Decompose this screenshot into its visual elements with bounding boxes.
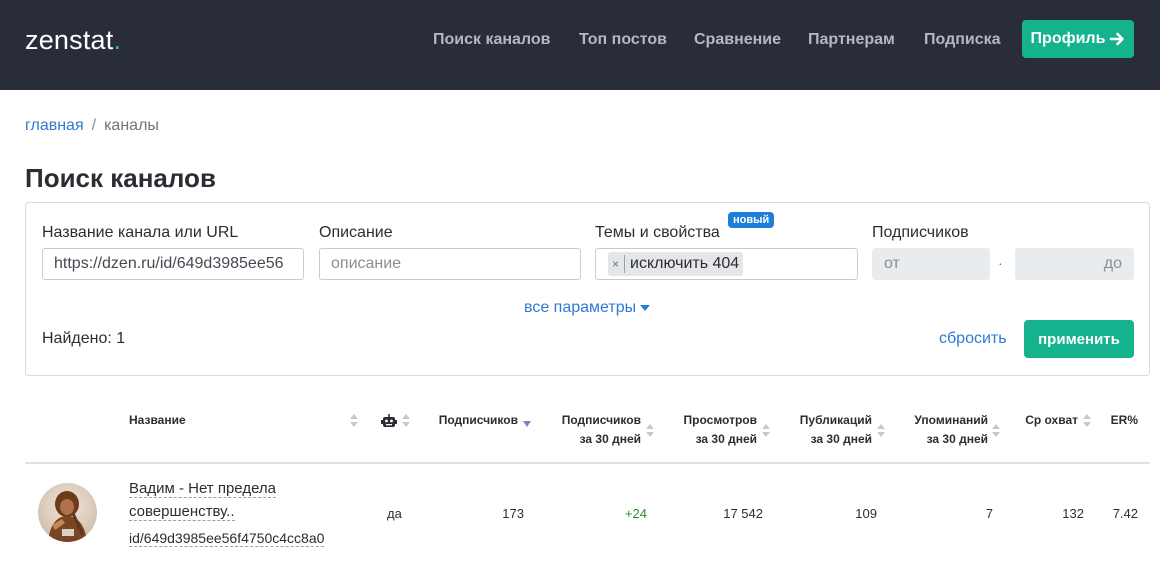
col-pubs30-line2: за 30 дней: [810, 432, 872, 446]
topic-chip: × исключить 404: [608, 252, 744, 276]
cell-subscribers: 173: [502, 506, 524, 521]
chip-remove-icon[interactable]: ×: [612, 255, 626, 273]
caret-down-icon: [640, 305, 651, 311]
sort-icon[interactable]: [1083, 414, 1091, 428]
avatar[interactable]: [38, 483, 97, 542]
sort-icon[interactable]: [646, 424, 654, 438]
breadcrumb-home[interactable]: главная: [25, 117, 84, 134]
topic-chip-label: исключить 404: [630, 255, 740, 272]
filter-panel: Название канала или URL https://dzen.ru/…: [25, 202, 1150, 376]
col-subs30-line2: за 30 дней: [579, 432, 641, 446]
col-subs30[interactable]: Подписчиков за 30 дней: [562, 411, 641, 449]
topics-input[interactable]: × исключить 404: [595, 248, 858, 280]
nav-top-posts[interactable]: Топ постов: [579, 31, 667, 49]
reset-link[interactable]: сбросить: [939, 330, 1007, 348]
sort-icon[interactable]: [762, 424, 770, 438]
nav-compare[interactable]: Сравнение: [694, 31, 781, 49]
range-separator: ·: [998, 255, 1003, 271]
subscribers-to-input[interactable]: до: [1015, 248, 1134, 280]
description-label: Описание: [319, 224, 393, 241]
new-badge: новый: [728, 212, 775, 228]
channel-name-line1: Вадим - Нет предела: [129, 480, 277, 498]
page-title: Поиск каналов: [25, 163, 216, 193]
col-name[interactable]: Название: [129, 411, 186, 430]
found-count: Найдено: 1: [42, 330, 126, 347]
cell-pubs30: 109: [855, 506, 877, 521]
subscribers-from-input[interactable]: от: [872, 248, 990, 280]
table-divider: [25, 462, 1150, 464]
col-views30-line1: Просмотров: [683, 413, 757, 427]
top-navbar: zenstat. Поиск каналов Топ постов Сравне…: [0, 0, 1160, 90]
profile-button[interactable]: Профиль: [1022, 20, 1134, 58]
channel-id-link[interactable]: id/649d3985ee56f4750c4cc8a0: [129, 530, 325, 547]
sort-icon[interactable]: [350, 414, 358, 428]
profile-button-label: Профиль: [1030, 30, 1106, 47]
col-views30-line2: за 30 дней: [695, 432, 757, 446]
channel-name-label: Название канала или URL: [42, 224, 239, 241]
col-mentions30[interactable]: Упоминаний за 30 дней: [914, 411, 988, 449]
cell-bot: да: [387, 506, 402, 521]
col-views30[interactable]: Просмотров за 30 дней: [684, 411, 757, 449]
cell-subs30: +24: [624, 506, 647, 521]
cell-reach: 132: [1062, 506, 1084, 521]
col-mentions30-line1: Упоминаний: [914, 413, 988, 427]
all-params-label: все параметры: [524, 299, 637, 316]
breadcrumb-separator: /: [91, 117, 97, 134]
col-reach[interactable]: Ср охват: [1025, 411, 1078, 430]
channel-name-line2: совершенству..: [129, 503, 235, 521]
col-er[interactable]: ER%: [1111, 411, 1138, 430]
cell-er: 7.42: [1112, 506, 1138, 521]
topics-label: Темы и свойства: [595, 224, 720, 241]
col-pubs30[interactable]: Публикаций за 30 дней: [800, 411, 872, 449]
breadcrumb: главная / каналы: [25, 117, 159, 135]
sort-icon[interactable]: [992, 424, 1000, 438]
breadcrumb-current: каналы: [104, 117, 159, 134]
channel-name-input[interactable]: https://dzen.ru/id/649d3985ee56: [42, 248, 304, 280]
nav-partners[interactable]: Партнерам: [808, 31, 895, 49]
col-pubs30-line1: Публикаций: [799, 413, 872, 427]
col-subscribers[interactable]: Подписчиков: [439, 411, 518, 430]
logo[interactable]: zenstat.: [25, 25, 121, 56]
sort-icon[interactable]: [402, 414, 410, 428]
subscribers-label: Подписчиков: [872, 224, 969, 241]
col-mentions30-line2: за 30 дней: [926, 432, 988, 446]
arrow-right-icon: [1110, 32, 1125, 46]
nav-channel-search[interactable]: Поиск каналов: [433, 31, 551, 49]
cell-mentions30: 7: [985, 506, 993, 521]
robot-icon[interactable]: [381, 414, 397, 428]
channel-name-link[interactable]: Вадим - Нет предела совершенству..: [129, 477, 319, 523]
col-subs30-line1: Подписчиков: [561, 413, 641, 427]
all-params-toggle[interactable]: все параметры: [524, 299, 651, 317]
nav-subscription[interactable]: Подписка: [924, 31, 1001, 49]
cell-views30: 17 542: [723, 506, 763, 521]
apply-button[interactable]: применить: [1024, 320, 1134, 358]
sort-icon[interactable]: [877, 424, 885, 438]
description-input[interactable]: описание: [319, 248, 581, 280]
sort-desc-icon[interactable]: [523, 421, 531, 427]
